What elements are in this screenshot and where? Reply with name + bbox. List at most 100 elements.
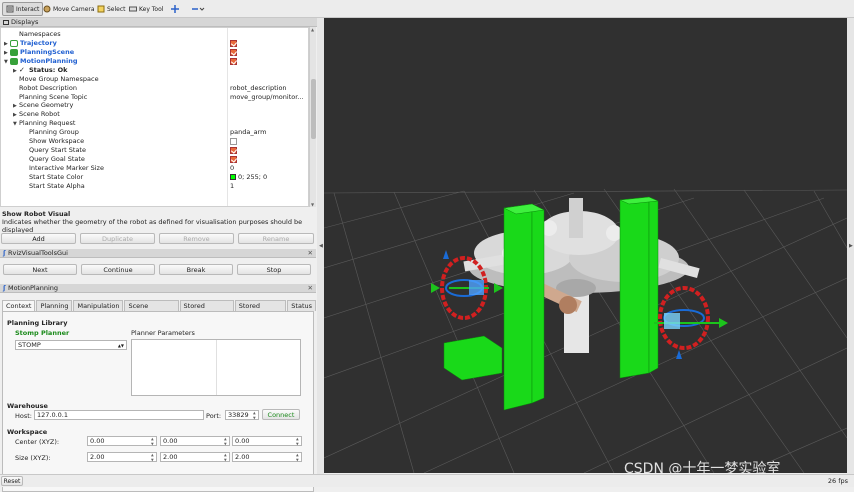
rename-display-button[interactable]: Rename <box>238 233 314 244</box>
3d-viewport[interactable]: CSDN @十年一梦实验室 <box>324 18 847 473</box>
size-x-input[interactable]: 2.00 <box>87 452 157 462</box>
next-button[interactable]: Next <box>3 264 77 275</box>
tab-context[interactable]: Context <box>2 300 36 311</box>
tree-row-scene-robot[interactable]: Scene Robot <box>19 110 60 119</box>
color-swatch <box>230 174 236 180</box>
close-panel-icon[interactable]: ✕ <box>308 249 316 257</box>
displays-tree[interactable]: Namespaces ▶ Trajectory ▶ PlanningScene … <box>0 27 309 207</box>
tree-row-planning-request[interactable]: Planning Request <box>19 119 75 128</box>
tab-stored-states[interactable]: Stored States <box>234 300 287 320</box>
minus-dropdown-icon <box>191 5 205 13</box>
tree-row-start-state-alpha[interactable]: Start State Alpha <box>29 182 85 191</box>
scroll-up-icon[interactable]: ▲ <box>311 27 314 32</box>
planner-parameters-label: Planner Parameters <box>131 329 195 337</box>
motion-planning-icon <box>10 58 18 65</box>
tab-stored-scenes[interactable]: Stored Scenes <box>179 300 234 320</box>
planning-scene-topic-value[interactable]: move_group/monitor... <box>230 93 308 102</box>
tree-row-interactive-marker-size[interactable]: Interactive Marker Size <box>29 164 104 173</box>
host-input[interactable]: 127.0.0.1 <box>34 410 204 420</box>
tree-row-start-state-color[interactable]: Start State Color <box>29 173 83 182</box>
displays-title: Displays <box>11 18 39 26</box>
motion-planning-title: MotionPlanning <box>7 284 59 292</box>
connect-button[interactable]: Connect <box>262 409 300 420</box>
expand-arrow-icon[interactable]: ▶ <box>4 41 8 47</box>
scene-render[interactable] <box>324 18 847 473</box>
tree-row-trajectory[interactable]: Trajectory <box>20 39 57 48</box>
tree-row-namespaces[interactable]: Namespaces <box>19 30 61 39</box>
tree-row-show-workspace[interactable]: Show Workspace <box>29 137 84 146</box>
interact-label: Interact <box>16 5 40 13</box>
tree-row-query-start-state[interactable]: Query Start State <box>29 146 86 155</box>
collapse-right-icon[interactable]: ▶ <box>849 243 853 249</box>
collapse-left-icon[interactable]: ◀ <box>319 243 323 249</box>
context-tab-content: Planning Library Stomp Planner STOMP ▲▼ … <box>2 311 314 492</box>
remove-display-button[interactable]: Remove <box>159 233 234 244</box>
expand-arrow-icon[interactable]: ▶ <box>4 50 8 56</box>
tree-row-planning-scene[interactable]: PlanningScene <box>20 48 74 57</box>
close-panel-icon[interactable]: ✕ <box>308 284 316 292</box>
motion-planning-tabs: Context Planning Manipulation Scene Obje… <box>2 300 317 320</box>
tree-row-status[interactable]: Status: Ok <box>29 66 68 75</box>
tree-row-scene-geometry[interactable]: Scene Geometry <box>19 101 73 110</box>
tree-row-query-goal-state[interactable]: Query Goal State <box>29 155 85 164</box>
displays-panel-title: Displays <box>0 18 317 27</box>
tab-scene-objects[interactable]: Scene Objects <box>124 300 179 320</box>
start-state-alpha-value[interactable]: 1 <box>230 182 308 191</box>
size-y-input[interactable]: 2.00 <box>160 452 230 462</box>
trajectory-icon <box>10 40 18 47</box>
key-tool-button[interactable]: Key Tool <box>126 2 166 16</box>
select-tool-button[interactable]: Select <box>94 2 129 16</box>
left-splitter[interactable]: ◀ <box>317 18 324 474</box>
center-x-input[interactable]: 0.00 <box>87 436 157 446</box>
collapse-arrow-icon[interactable]: ▼ <box>4 59 8 65</box>
expand-arrow-icon[interactable]: ▶ <box>13 112 17 118</box>
tree-row-robot-description[interactable]: Robot Description <box>19 84 77 93</box>
stop-button[interactable]: Stop <box>237 264 311 275</box>
scrollbar-thumb[interactable] <box>311 79 316 139</box>
displays-icon <box>3 19 9 25</box>
right-splitter[interactable]: ▶ <box>847 18 854 474</box>
expand-arrow-icon[interactable]: ▶ <box>13 103 17 109</box>
duplicate-display-button[interactable]: Duplicate <box>80 233 155 244</box>
show-workspace-checkbox[interactable] <box>230 137 308 146</box>
description-text: Indicates whether the geometry of the ro… <box>2 218 303 234</box>
tab-status[interactable]: Status <box>287 300 316 311</box>
center-z-input[interactable]: 0.00 <box>232 436 302 446</box>
interactive-marker-right[interactable] <box>654 286 728 359</box>
center-y-input[interactable]: 0.00 <box>160 436 230 446</box>
planner-select[interactable]: STOMP ▲▼ <box>15 340 127 350</box>
break-button[interactable]: Break <box>159 264 233 275</box>
tree-row-motion-planning[interactable]: MotionPlanning <box>20 57 78 66</box>
workspace-label: Workspace <box>7 428 48 436</box>
query-goal-state-checkbox[interactable] <box>230 155 308 164</box>
interactive-marker-size-value[interactable]: 0 <box>230 164 308 173</box>
continue-button[interactable]: Continue <box>81 264 155 275</box>
size-z-input[interactable]: 2.00 <box>232 452 302 462</box>
query-start-state-checkbox[interactable] <box>230 146 308 155</box>
tree-row-planning-group[interactable]: Planning Group <box>29 128 79 137</box>
port-input[interactable]: 33829 <box>225 410 259 420</box>
displays-scrollbar[interactable]: ▲ ▼ <box>309 27 316 207</box>
collapse-arrow-icon[interactable]: ▼ <box>13 121 17 127</box>
scroll-down-icon[interactable]: ▼ <box>311 202 314 207</box>
planner-name: Stomp Planner <box>15 329 70 337</box>
planning-scene-enabled-checkbox[interactable] <box>230 48 308 57</box>
trajectory-enabled-checkbox[interactable] <box>230 39 308 48</box>
add-tool-dropdown[interactable] <box>188 2 205 16</box>
key-tool-label: Key Tool <box>139 5 164 13</box>
robot-description-value[interactable]: robot_description <box>230 84 308 93</box>
expand-arrow-icon[interactable]: ▶ <box>13 68 17 74</box>
start-state-color-value[interactable]: 0; 255; 0 <box>230 173 308 182</box>
tab-manipulation[interactable]: Manipulation <box>73 300 124 311</box>
reset-button[interactable]: Reset <box>1 476 23 486</box>
tree-row-move-group-namespace[interactable]: Move Group Namespace <box>19 75 99 84</box>
motion-planning-enabled-checkbox[interactable] <box>230 57 308 66</box>
add-display-button[interactable]: Add <box>1 233 76 244</box>
size-xyz-label: Size (XYZ): <box>15 454 51 462</box>
tab-planning[interactable]: Planning <box>36 300 73 311</box>
interact-tool-button[interactable]: Interact <box>2 2 44 16</box>
planning-group-value[interactable]: panda_arm <box>230 128 308 137</box>
crosshair-tool-button[interactable] <box>168 2 182 16</box>
move-camera-tool-button[interactable]: Move Camera <box>40 2 98 16</box>
planner-parameters-table[interactable] <box>131 339 301 396</box>
